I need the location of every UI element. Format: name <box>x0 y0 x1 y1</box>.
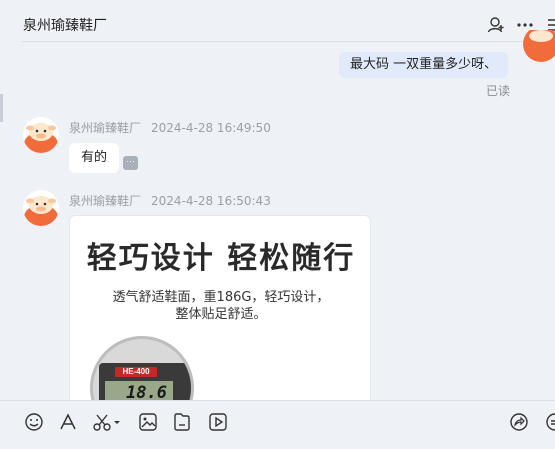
scale-brand: HE-400 <box>115 367 157 377</box>
image-caption-line2: 整体贴足舒适。 <box>175 307 267 322</box>
message-meta: 泉州瑜臻鞋厂 2024-4-28 16:49:50 <box>69 119 271 136</box>
self-avatar-image <box>523 30 555 62</box>
incoming-message-bubble[interactable]: 有的 <box>69 143 120 173</box>
self-avatar[interactable] <box>521 30 555 62</box>
emoji-icon[interactable] <box>24 412 44 432</box>
resize-handle[interactable] <box>0 94 3 122</box>
sender-avatar[interactable] <box>23 117 59 153</box>
product-image-message[interactable]: 轻巧设计 轻松随行 透气舒适鞋面，重186G，轻巧设计， 整体贴足舒适。 HE-… <box>69 215 371 405</box>
screenshot-icon[interactable] <box>92 412 122 432</box>
video-icon[interactable] <box>208 412 228 432</box>
header-divider <box>22 41 542 42</box>
image-icon[interactable] <box>138 412 158 432</box>
cow-avatar-image <box>23 117 59 153</box>
cow-avatar-image <box>23 190 59 226</box>
add-member-icon[interactable] <box>487 16 505 34</box>
outgoing-message-bubble[interactable]: 最大码 一双重量多少呀、 <box>339 52 509 78</box>
scale-photo: HE-400 18.6 <box>90 336 194 404</box>
chat-title: 泉州瑜臻鞋厂 <box>23 18 107 34</box>
read-status: 已读 <box>486 84 511 98</box>
sender-name: 泉州瑜臻鞋厂 <box>69 121 142 135</box>
share-icon[interactable] <box>509 412 529 432</box>
message-time: 2024-4-28 16:50:43 <box>151 194 271 208</box>
sender-name: 泉州瑜臻鞋厂 <box>69 194 142 208</box>
message-more-button[interactable]: ··· <box>123 156 138 170</box>
message-meta: 泉州瑜臻鞋厂 2024-4-28 16:50:43 <box>69 192 271 209</box>
chat-header: 泉州瑜臻鞋厂 <box>0 0 555 44</box>
message-time: 2024-4-28 16:49:50 <box>151 121 271 135</box>
input-toolbar <box>0 400 555 449</box>
image-headline: 轻巧设计 轻松随行 <box>86 241 356 276</box>
sender-avatar[interactable] <box>23 190 59 226</box>
chat-history-icon[interactable] <box>545 412 555 432</box>
font-icon[interactable] <box>58 412 78 432</box>
file-icon[interactable] <box>172 412 192 432</box>
